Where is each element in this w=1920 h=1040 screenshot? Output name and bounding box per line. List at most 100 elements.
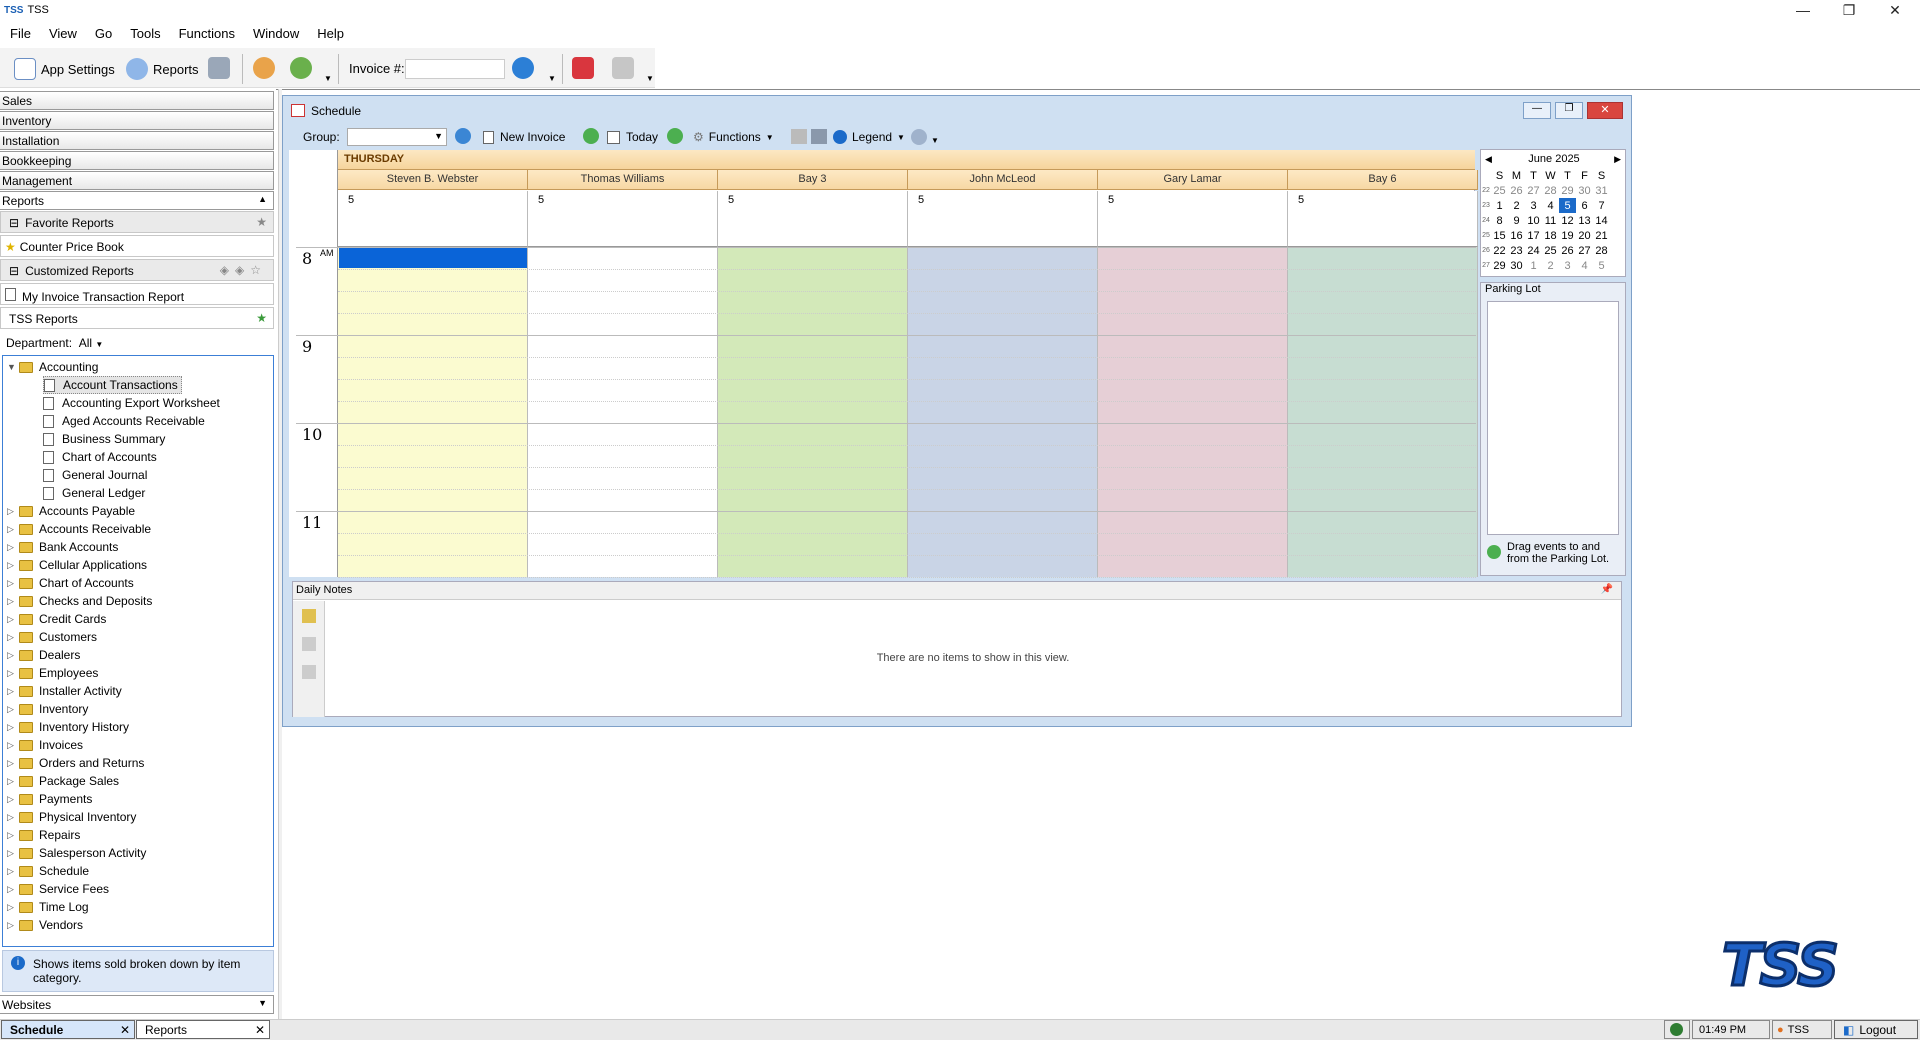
tss-reports-header[interactable]: TSS Reports ★ [0, 307, 274, 329]
legend-button[interactable]: Legend ▼ [833, 130, 905, 144]
calendar-day[interactable]: 28 [1593, 243, 1610, 258]
calendar-day[interactable]: 15 [1491, 228, 1508, 243]
resource-column-header[interactable]: Gary Lamar [1098, 170, 1288, 190]
calendar-day[interactable]: 7 [1593, 198, 1610, 213]
dropdown-arrow-icon[interactable]: ▼ [324, 74, 332, 83]
collapse-arrow-icon[interactable]: ▷ [7, 848, 19, 859]
functions-button[interactable]: ⚙ Functions ▼ [693, 130, 774, 144]
tab-reports[interactable]: Reports ✕ [136, 1020, 270, 1039]
tree-folder[interactable]: ▷ Checks and Deposits [7, 592, 152, 610]
next-day-icon[interactable] [667, 128, 683, 144]
tab-schedule[interactable]: Schedule ✕ [1, 1020, 135, 1039]
menu-help[interactable]: Help [307, 24, 352, 41]
collapse-arrow-icon[interactable]: ▷ [7, 506, 19, 517]
nav-installation[interactable]: Installation [0, 131, 274, 150]
add-favorite-icon[interactable]: ★ [256, 311, 267, 325]
all-day-cell[interactable]: 5 [338, 191, 528, 247]
collapse-arrow-icon[interactable]: ▷ [7, 542, 19, 553]
resource-column-header[interactable]: Bay 3 [718, 170, 908, 190]
customer-icon[interactable] [253, 57, 275, 79]
selected-time-slot[interactable] [339, 248, 527, 268]
tree-folder[interactable]: ▷ Customers [7, 628, 97, 646]
tree-folder[interactable]: ▷ Bank Accounts [7, 538, 118, 556]
binoculars-icon[interactable] [811, 129, 827, 144]
tree-folder[interactable]: ▷ Schedule [7, 862, 89, 880]
calendar-day[interactable]: 26 [1559, 243, 1576, 258]
calendar-day[interactable]: 30 [1508, 258, 1525, 273]
app-settings-button[interactable]: App Settings [14, 58, 115, 80]
department-filter[interactable]: Department: All ▼ [6, 336, 103, 350]
window-minimize-button[interactable]: — [1523, 102, 1551, 119]
calendar-day[interactable]: 30 [1576, 183, 1593, 198]
calendar-day[interactable]: 25 [1491, 183, 1508, 198]
parking-lot-area[interactable] [1487, 301, 1619, 535]
collapse-icon[interactable]: ⊟ [9, 264, 19, 278]
calendar-day[interactable]: 23 [1508, 243, 1525, 258]
usa-map-icon[interactable] [572, 57, 594, 79]
all-day-cell[interactable]: 5 [1288, 191, 1478, 247]
tree-folder[interactable]: ▷ Credit Cards [7, 610, 106, 628]
tree-folder[interactable]: ▷ Installer Activity [7, 682, 122, 700]
previous-day-icon[interactable] [583, 128, 599, 144]
resource-column-header[interactable]: Bay 6 [1288, 170, 1478, 190]
calendar-day[interactable]: 31 [1593, 183, 1610, 198]
collapse-arrow-icon[interactable]: ▷ [7, 776, 19, 787]
collapse-arrow-icon[interactable]: ▲ [258, 194, 267, 204]
nav-inventory[interactable]: Inventory [0, 111, 274, 130]
collapse-arrow-icon[interactable]: ▷ [7, 704, 19, 715]
calendar-day[interactable]: 9 [1508, 213, 1525, 228]
time-slot-column[interactable] [1098, 247, 1288, 577]
binoculars-icon[interactable] [208, 57, 230, 79]
tree-folder[interactable]: ▷ Invoices [7, 736, 83, 754]
collapse-arrow-icon[interactable]: ▷ [7, 614, 19, 625]
dropdown-arrow-icon[interactable]: ▼ [95, 340, 103, 349]
tree-folder[interactable]: ▷ Inventory History [7, 718, 129, 736]
nav-websites[interactable]: Websites ▼ [0, 995, 274, 1014]
restore-button[interactable]: ❐ [1826, 0, 1872, 22]
collapse-arrow-icon[interactable]: ▷ [7, 524, 19, 535]
calendar-day[interactable]: 14 [1593, 213, 1610, 228]
collapse-arrow-icon[interactable]: ▷ [7, 902, 19, 913]
close-tab-icon[interactable]: ✕ [255, 1023, 265, 1037]
tree-folder[interactable]: ▷ Chart of Accounts [7, 574, 134, 592]
calendar-day[interactable]: 28 [1542, 183, 1559, 198]
expand-arrow-icon[interactable]: ▼ [7, 362, 19, 372]
tree-folder[interactable]: ▷ Inventory [7, 700, 88, 718]
print-icon[interactable] [791, 129, 807, 144]
tree-report-item[interactable]: Business Summary [43, 430, 165, 448]
tree-folder[interactable]: ▷ Service Fees [7, 880, 109, 898]
calendar-day[interactable]: 4 [1576, 258, 1593, 273]
collapse-arrow-icon[interactable]: ▷ [7, 884, 19, 895]
calendar-day[interactable]: 3 [1559, 258, 1576, 273]
time-slot-column[interactable] [338, 247, 528, 577]
collapse-arrow-icon[interactable]: ▷ [7, 920, 19, 931]
tree-folder[interactable]: ▷ Salesperson Activity [7, 844, 146, 862]
dropdown-arrow-icon[interactable]: ▼ [646, 74, 654, 83]
help-icon[interactable] [911, 129, 927, 145]
expand-arrow-icon[interactable]: ▼ [258, 998, 267, 1008]
reports-button[interactable]: Reports [126, 58, 199, 80]
collapse-arrow-icon[interactable]: ▷ [7, 830, 19, 841]
customized-report-item[interactable]: My Invoice Transaction Report [0, 283, 274, 305]
calendar-day[interactable]: 1 [1525, 258, 1542, 273]
resource-column-header[interactable]: Steven B. Webster [338, 170, 528, 190]
calendar-day[interactable]: 16 [1508, 228, 1525, 243]
collapse-arrow-icon[interactable]: ▷ [7, 740, 19, 751]
menu-go[interactable]: Go [85, 24, 120, 41]
all-day-cell[interactable]: 5 [528, 191, 718, 247]
globe-icon[interactable] [290, 57, 312, 79]
calendar-day[interactable]: 18 [1542, 228, 1559, 243]
logout-button[interactable]: ◧ Logout [1834, 1020, 1918, 1039]
tree-report-item[interactable]: Account Transactions [43, 376, 182, 394]
add-note-icon[interactable] [302, 609, 316, 623]
calendar-day[interactable]: 24 [1525, 243, 1542, 258]
calendar-day[interactable]: 8 [1491, 213, 1508, 228]
calendar-day[interactable]: 20 [1576, 228, 1593, 243]
calendar-day[interactable]: 5 [1559, 198, 1576, 213]
collapse-arrow-icon[interactable]: ▷ [7, 686, 19, 697]
department-select[interactable]: All [79, 336, 92, 350]
tree-folder[interactable]: ▷ Cellular Applications [7, 556, 147, 574]
tree-folder[interactable]: ▷ Orders and Returns [7, 754, 144, 772]
calendar-day[interactable]: 26 [1508, 183, 1525, 198]
new-invoice-button[interactable]: New Invoice [483, 130, 565, 144]
